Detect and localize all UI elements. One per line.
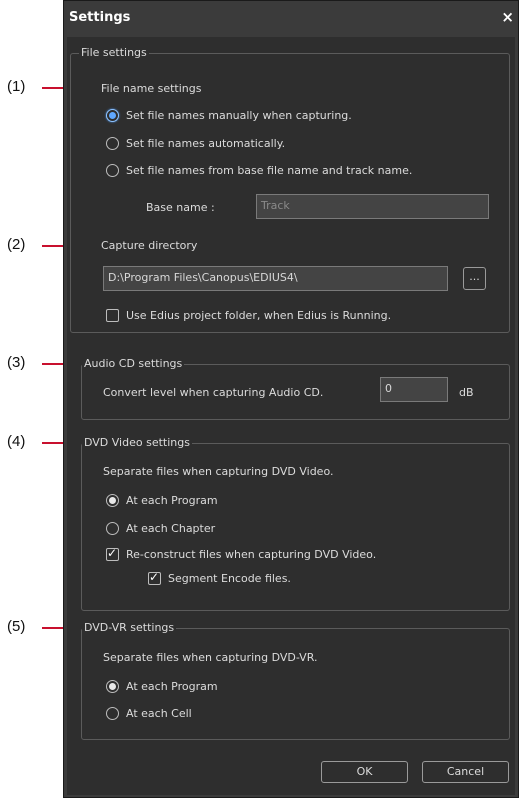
ok-button[interactable]: OK xyxy=(321,761,408,783)
dvd-vr-separate-label: Separate files when capturing DVD-VR. xyxy=(103,651,318,664)
capture-directory-input[interactable]: D:\Program Files\Canopus\EDIUS4\ xyxy=(103,266,448,291)
convert-level-unit: dB xyxy=(459,386,474,399)
use-project-folder-label[interactable]: Use Edius project folder, when Edius is … xyxy=(126,309,391,323)
base-name-label: Base name : xyxy=(146,201,215,214)
file-name-settings-label: File name settings xyxy=(101,82,202,95)
dvd-vr-settings-legend: DVD-VR settings xyxy=(82,621,177,635)
title-bar[interactable]: Settings × xyxy=(64,1,518,37)
close-icon[interactable]: × xyxy=(501,8,514,26)
radio-set-names-automatically-label[interactable]: Set file names automatically. xyxy=(126,137,285,151)
capture-directory-label: Capture directory xyxy=(101,239,198,252)
audio-cd-settings-legend: Audio CD settings xyxy=(82,357,185,371)
radio-dvd-vr-at-each-program[interactable] xyxy=(106,680,119,693)
segment-encode-label[interactable]: Segment Encode files. xyxy=(168,572,291,586)
radio-set-names-manually-label[interactable]: Set file names manually when capturing. xyxy=(126,109,352,123)
cancel-button[interactable]: Cancel xyxy=(422,761,509,783)
dialog-client-area: File settings File name settings Set fil… xyxy=(67,37,515,795)
dvd-video-separate-label: Separate files when capturing DVD Video. xyxy=(103,465,334,478)
radio-dvd-video-at-each-chapter[interactable] xyxy=(106,522,119,535)
radio-set-names-from-base-label[interactable]: Set file names from base file name and t… xyxy=(126,164,412,178)
radio-dvd-vr-at-each-cell-label[interactable]: At each Cell xyxy=(126,707,192,721)
radio-dvd-vr-at-each-cell[interactable] xyxy=(106,707,119,720)
base-name-input[interactable]: Track xyxy=(256,194,489,219)
dvd-video-settings-legend: DVD Video settings xyxy=(82,436,192,450)
callout-4: (4) xyxy=(7,433,26,450)
reconstruct-files-label[interactable]: Re-construct files when capturing DVD Vi… xyxy=(126,548,376,562)
radio-dvd-vr-at-each-program-label[interactable]: At each Program xyxy=(126,680,218,694)
settings-dialog: Settings × File settings File name setti… xyxy=(63,0,519,798)
callout-1: (1) xyxy=(7,78,26,95)
radio-set-names-automatically[interactable] xyxy=(106,137,119,150)
callout-3: (3) xyxy=(7,354,26,371)
file-settings-legend: File settings xyxy=(79,46,149,60)
use-project-folder-checkbox[interactable] xyxy=(106,309,119,322)
radio-set-names-manually[interactable] xyxy=(106,109,119,122)
reconstruct-files-checkbox[interactable] xyxy=(106,546,119,561)
callout-2: (2) xyxy=(7,236,26,253)
convert-level-input[interactable]: 0 xyxy=(380,377,448,402)
radio-dvd-video-at-each-program-label[interactable]: At each Program xyxy=(126,494,218,508)
radio-dvd-video-at-each-program[interactable] xyxy=(106,494,119,507)
segment-encode-checkbox[interactable] xyxy=(148,570,161,585)
browse-button[interactable]: ... xyxy=(463,267,486,290)
dialog-title: Settings xyxy=(69,10,131,25)
radio-dvd-video-at-each-chapter-label[interactable]: At each Chapter xyxy=(126,522,215,536)
callout-5: (5) xyxy=(7,618,26,635)
convert-level-label: Convert level when capturing Audio CD. xyxy=(103,386,324,399)
radio-set-names-from-base[interactable] xyxy=(106,164,119,177)
